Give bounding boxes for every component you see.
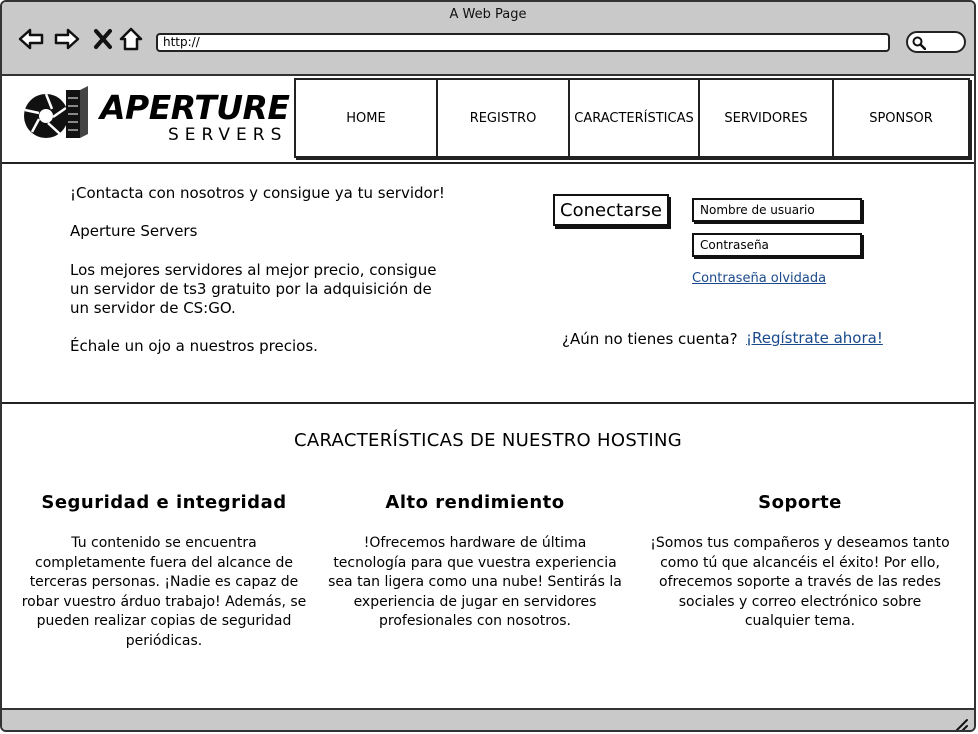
window-title: A Web Page <box>449 7 527 22</box>
no-account-text: ¿Aún no tienes cuenta? <box>562 330 738 348</box>
nav-home[interactable]: HOME <box>294 78 438 158</box>
browser-toolbar: A Web Page http:// <box>2 2 974 76</box>
logo-title: APERTURE <box>100 88 290 127</box>
url-input[interactable]: http:// <box>156 33 890 52</box>
back-icon[interactable] <box>16 24 46 54</box>
feature-text: !Ofrecemos hardware de última tecnología… <box>328 535 622 629</box>
register-link[interactable]: ¡Regístrate ahora! <box>746 329 883 347</box>
feature-title: Soporte <box>758 492 842 513</box>
username-field[interactable]: Nombre de usuario <box>692 198 862 222</box>
nav-caracteristicas[interactable]: CARACTERÍSTICAS <box>568 78 700 158</box>
feature-text: Tu contenido se encuentra completamente … <box>21 535 307 649</box>
features-title: CARACTERÍSTICAS DE NUESTRO HOSTING <box>294 430 682 451</box>
password-field[interactable]: Contraseña <box>692 233 862 257</box>
intro-prices: Échale un ojo a nuestros precios. <box>70 337 318 355</box>
search-icon <box>912 36 926 50</box>
nav-servidores[interactable]: SERVIDORES <box>698 78 834 158</box>
feature-support: Soporte ¡Somos tus compañeros y deseamos… <box>650 492 950 632</box>
main-nav: HOME REGISTRO CARACTERÍSTICAS SERVIDORES… <box>294 78 970 160</box>
connect-button[interactable]: Conectarse <box>553 194 669 226</box>
intro-section: ¡Contacta con nosotros y consigue ya tu … <box>2 162 974 404</box>
aperture-logo[interactable]: APERTURE SERVERS <box>22 82 294 156</box>
feature-title: Alto rendimiento <box>385 492 565 513</box>
forgot-password-link[interactable]: Contraseña olvidada <box>692 271 826 286</box>
feature-text: ¡Somos tus compañeros y deseamos tanto c… <box>650 535 950 629</box>
home-icon[interactable] <box>116 24 146 54</box>
nav-sponsor[interactable]: SPONSOR <box>832 78 970 158</box>
logo-subtitle: SERVERS <box>168 125 288 145</box>
aperture-logo-icon <box>24 86 88 138</box>
forward-icon[interactable] <box>52 24 82 54</box>
feature-security: Seguridad e integridad Tu contenido se e… <box>14 492 314 651</box>
site-header: APERTURE SERVERS HOME REGISTRO CARACTERÍ… <box>2 76 974 164</box>
close-icon[interactable] <box>88 24 118 54</box>
intro-brand: Aperture Servers <box>70 222 198 240</box>
intro-headline: ¡Contacta con nosotros y consigue ya tu … <box>70 184 445 202</box>
feature-title: Seguridad e integridad <box>41 492 287 513</box>
resize-grip-icon[interactable] <box>952 717 968 732</box>
nav-registro[interactable]: REGISTRO <box>436 78 570 158</box>
search-input[interactable] <box>906 31 966 53</box>
feature-performance: Alto rendimiento !Ofrecemos hardware de … <box>325 492 625 632</box>
intro-description: Los mejores servidores al mejor precio, … <box>70 261 437 317</box>
browser-window: A Web Page http:// APERTURE SERVERS HOME… <box>0 0 976 732</box>
status-bar <box>2 708 974 732</box>
